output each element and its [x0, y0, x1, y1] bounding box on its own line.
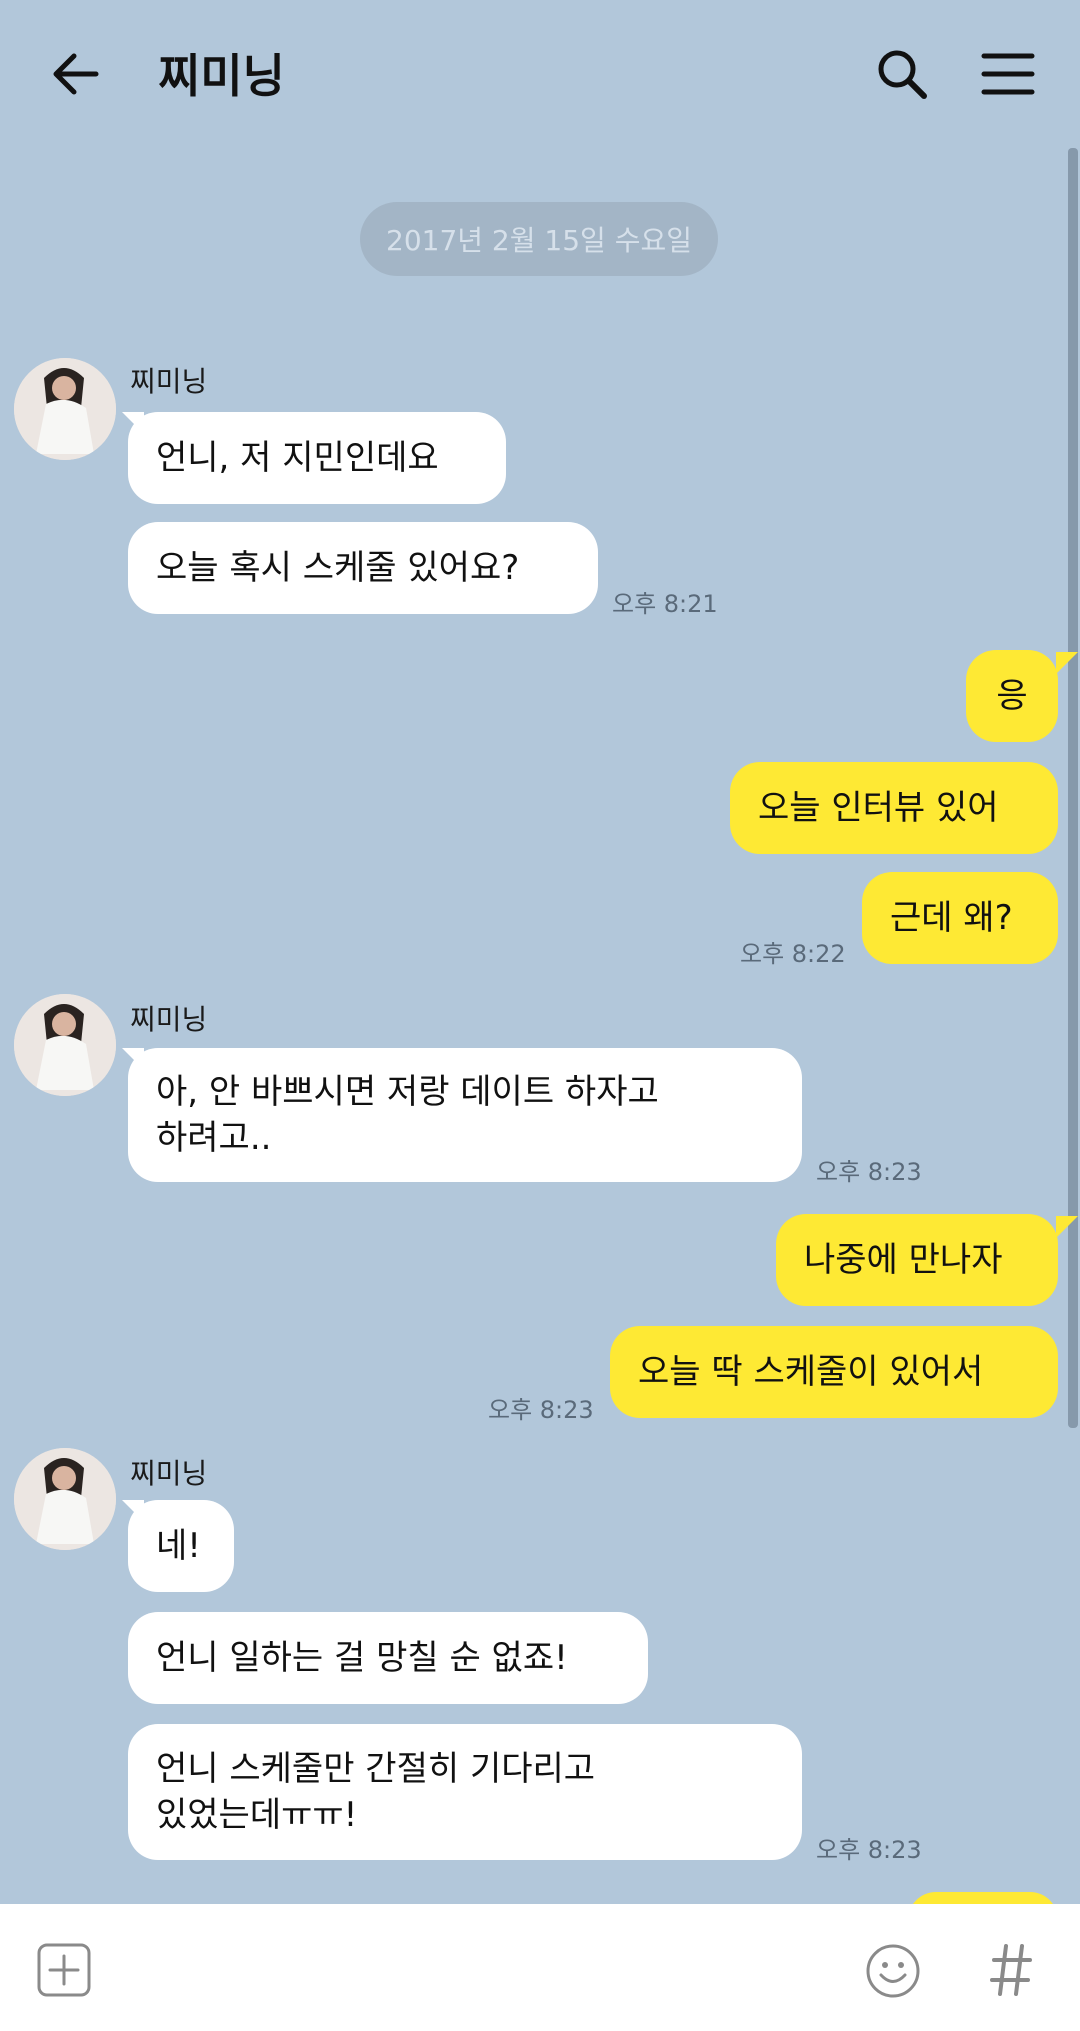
message-bubble[interactable]: 오늘 혹시 스케줄 있어요?	[128, 522, 598, 614]
hamburger-menu-icon	[981, 53, 1035, 95]
message-bubble[interactable]: 응	[966, 650, 1058, 742]
attach-button[interactable]	[36, 1942, 92, 1998]
message-bubble[interactable]: 언니 스케줄만 간절히 기다리고 있었는데ㅠㅠ!	[128, 1724, 802, 1860]
message-bubble[interactable]: 나중에 만나자	[776, 1214, 1058, 1306]
emoji-button[interactable]	[864, 1942, 922, 2000]
input-bar	[0, 1904, 1080, 2031]
message-bubble[interactable]: 네!	[128, 1500, 234, 1592]
back-button[interactable]	[48, 44, 108, 104]
menu-button[interactable]	[978, 44, 1038, 104]
chat-title: 찌미닝	[158, 49, 285, 103]
message-bubble[interactable]: 오늘 딱 스케줄이 있어서	[610, 1326, 1058, 1418]
message-time: 오후 8:23	[816, 1158, 922, 1186]
message-bubble[interactable]: 언니 일하는 걸 망칠 순 없죠!	[128, 1612, 648, 1704]
message-time: 오후 8:23	[488, 1396, 594, 1424]
message-line: 있었는데ㅠㅠ!	[156, 1795, 358, 1835]
avatar[interactable]	[14, 1448, 116, 1550]
search-icon	[878, 50, 927, 99]
hash-icon	[990, 1944, 1032, 1996]
sender-name: 찌미닝	[130, 365, 208, 398]
profile-photo-icon	[14, 358, 116, 460]
sender-name: 찌미닝	[130, 1457, 208, 1490]
bubble-tail	[1056, 652, 1078, 674]
message-line: 언니 스케줄만 간절히 기다리고	[156, 1749, 596, 1789]
message-bubble[interactable]: 오늘 인터뷰 있어	[730, 762, 1058, 854]
message-bubble[interactable]: 근데 왜?	[862, 872, 1058, 964]
avatar[interactable]	[14, 358, 116, 460]
message-line: 하려고..	[156, 1118, 272, 1158]
message-bubble[interactable]: 아, 안 바쁘시면 저랑 데이트 하자고 하려고..	[128, 1048, 802, 1182]
bubble-tail	[1056, 1216, 1078, 1238]
date-separator: 2017년 2월 15일 수요일	[360, 202, 718, 276]
message-time: 오후 8:22	[740, 940, 846, 968]
avatar[interactable]	[14, 994, 116, 1096]
message-time: 오후 8:21	[612, 590, 718, 618]
hashtag-button[interactable]	[990, 1940, 1032, 2000]
chat-header: 찌미닝	[0, 0, 1080, 148]
search-button[interactable]	[872, 44, 932, 104]
emoji-icon	[866, 1944, 920, 1998]
plus-square-icon	[37, 1943, 91, 1997]
sender-name: 찌미닝	[130, 1003, 208, 1036]
profile-photo-icon	[14, 994, 116, 1096]
message-line: 아, 안 바쁘시면 저랑 데이트 하자고	[156, 1072, 659, 1112]
profile-photo-icon	[14, 1448, 116, 1550]
message-bubble[interactable]: 언니, 저 지민인데요	[128, 412, 506, 504]
arrow-left-icon	[53, 53, 99, 95]
message-time: 오후 8:23	[816, 1836, 922, 1864]
